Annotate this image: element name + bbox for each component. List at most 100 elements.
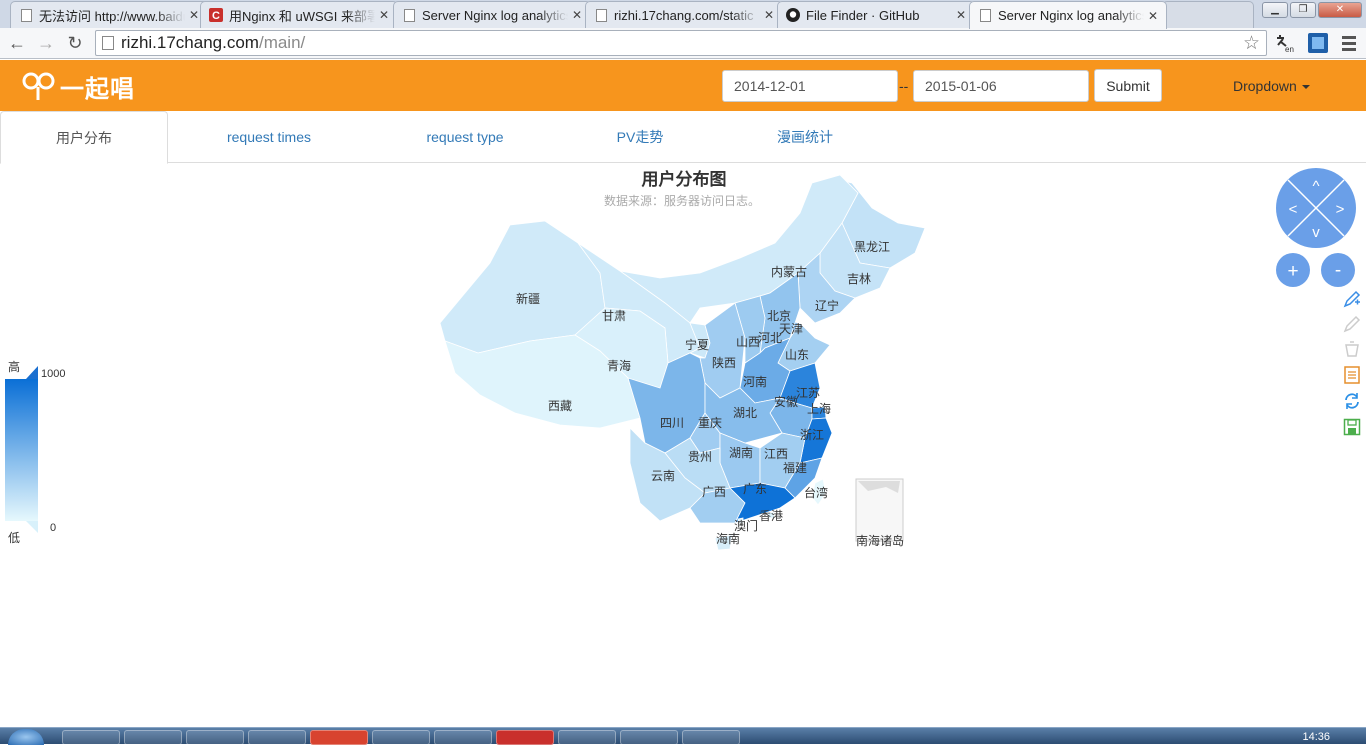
tab-title: 无法访问 http://www.baidu.com	[39, 8, 185, 24]
tab-request-type[interactable]: request type	[370, 111, 560, 163]
zoom-out-label: -	[1335, 260, 1341, 281]
tab-request-times[interactable]: request times	[168, 111, 370, 163]
pan-up-button[interactable]: ^	[1312, 178, 1319, 195]
browser-tab-strip: 无法访问 http://www.baidu.com ✕ C 用Nginx 和 u…	[0, 0, 1366, 29]
clear-icon[interactable]	[1343, 340, 1361, 358]
close-icon[interactable]: ✕	[956, 8, 966, 22]
window-close-button[interactable]: ✕	[1318, 2, 1362, 18]
province-label: 海南	[716, 531, 740, 546]
pan-left-button[interactable]: <	[1289, 201, 1298, 218]
province-label: 江苏	[796, 386, 820, 400]
menu-icon[interactable]	[1338, 32, 1360, 54]
pan-right-button[interactable]: >	[1336, 201, 1345, 218]
chart-subtitle: 数据来源：服务器访问日志。	[604, 193, 760, 208]
browser-tab[interactable]: C 用Nginx 和 uWSGI 来部署 ✕	[200, 1, 398, 28]
province-label: 贵州	[688, 450, 712, 464]
close-icon[interactable]: ✕	[189, 8, 199, 22]
taskbar-app-icon[interactable]	[372, 730, 430, 745]
taskbar-app-icon[interactable]	[496, 730, 554, 745]
tab-title: Server Nginx log analytics	[422, 7, 568, 23]
province-label: 河北	[758, 331, 782, 345]
tab-comic-stats[interactable]: 漫画统计	[720, 111, 890, 163]
pan-down-button[interactable]: v	[1312, 224, 1320, 241]
restore-icon[interactable]	[1343, 392, 1361, 410]
province-label: 甘肃	[602, 309, 626, 323]
bookmark-star-icon[interactable]: ☆	[1243, 32, 1260, 55]
taskbar-app-icon[interactable]	[620, 730, 678, 745]
pen-icon[interactable]	[1343, 290, 1361, 308]
reload-icon[interactable]: ↻	[63, 32, 87, 56]
tab-title: Server Nginx log analytics	[998, 8, 1144, 23]
tab-title: 用Nginx 和 uWSGI 来部署	[229, 8, 375, 24]
back-icon[interactable]: ←	[5, 32, 29, 56]
province-label: 河南	[743, 374, 767, 389]
taskbar-app-icon[interactable]	[434, 730, 492, 745]
page-icon	[102, 36, 114, 50]
svg-text:en: en	[1285, 45, 1294, 54]
province-label: 澳门	[734, 518, 758, 533]
taskbar-explorer-icon[interactable]	[124, 730, 182, 745]
province-label: 天津	[779, 322, 803, 336]
close-icon[interactable]: ✕	[379, 8, 389, 22]
taskbar-ie-icon[interactable]	[62, 730, 120, 745]
nav-tabs: 用户分布 request times request type PV走势 漫画统…	[0, 111, 1366, 164]
taskbar-chrome-icon[interactable]	[186, 730, 244, 745]
province-label: 浙江	[800, 428, 824, 442]
province-label: 香港	[759, 509, 783, 523]
browser-tab[interactable]: File Finder · GitHub ✕	[777, 1, 975, 28]
tab-pv-trend[interactable]: PV走势	[560, 111, 720, 163]
province-label: 湖南	[729, 445, 753, 460]
dropdown-toggle[interactable]: Dropdown	[1233, 78, 1310, 94]
province-label: 北京	[767, 309, 791, 323]
url-path: /main/	[258, 33, 306, 52]
page-icon	[594, 8, 608, 22]
page-icon	[402, 8, 416, 22]
visual-map-legend[interactable]: 高 1000 0 低	[5, 359, 65, 545]
roam-controller[interactable]: ^ < > v + -	[1276, 168, 1356, 287]
app-header: 一起唱 -- Submit Dropdown	[0, 60, 1366, 111]
browser-tab[interactable]: 无法访问 http://www.baidu.com ✕	[10, 1, 208, 28]
province-label: 内蒙古	[771, 264, 807, 279]
browser-tab[interactable]: Server Nginx log analytics ✕	[393, 1, 591, 28]
tab-user-distribution[interactable]: 用户分布	[0, 111, 168, 164]
taskbar-app-icon[interactable]	[682, 730, 740, 745]
taskbar-app-icon[interactable]	[248, 730, 306, 745]
legend-low-handle[interactable]	[26, 521, 38, 533]
extension-icon[interactable]	[1307, 32, 1329, 54]
logo-text: 一起唱	[60, 75, 135, 103]
translate-extension-icon[interactable]: en	[1274, 32, 1296, 54]
data-view-icon[interactable]	[1343, 366, 1361, 384]
legend-high-handle[interactable]	[26, 366, 38, 379]
province-label: 吉林	[847, 272, 871, 286]
close-icon[interactable]: ✕	[572, 8, 582, 22]
maximize-button[interactable]: ❐	[1290, 2, 1316, 18]
os-taskbar: 14:36	[0, 727, 1366, 745]
logo[interactable]: 一起唱	[22, 70, 135, 103]
start-date-input[interactable]	[722, 70, 898, 102]
forward-icon[interactable]: →	[34, 32, 58, 56]
new-tab-button[interactable]	[1162, 1, 1254, 28]
browser-tab-active[interactable]: Server Nginx log analytics ✕	[969, 1, 1167, 29]
eraser-icon[interactable]	[1343, 315, 1361, 333]
province-label: 四川	[660, 416, 684, 430]
province-label: 西藏	[548, 399, 572, 413]
browser-tab[interactable]: rizhi.17chang.com/static ✕	[585, 1, 783, 28]
close-icon[interactable]: ✕	[764, 8, 774, 22]
province-label: 青海	[607, 358, 631, 373]
legend-high-label: 高	[8, 359, 20, 374]
url-host: rizhi.17chang.com	[121, 33, 259, 52]
province-label: 山东	[785, 348, 809, 362]
start-button[interactable]	[8, 729, 44, 745]
province-label: 陕西	[712, 355, 736, 370]
close-icon[interactable]: ✕	[1148, 9, 1158, 23]
taskbar-app-icon[interactable]	[310, 730, 368, 745]
taskbar-qq-icon[interactable]	[558, 730, 616, 745]
svg-text:C: C	[212, 10, 220, 22]
end-date-input[interactable]	[913, 70, 1089, 102]
address-bar[interactable]: rizhi.17chang.com/main/ ☆	[95, 30, 1267, 56]
zoom-in-label: +	[1287, 261, 1298, 282]
csdn-icon: C	[209, 8, 223, 22]
minimize-button[interactable]: ▁	[1262, 2, 1288, 18]
submit-button[interactable]: Submit	[1094, 69, 1162, 102]
save-image-icon[interactable]	[1343, 418, 1361, 436]
